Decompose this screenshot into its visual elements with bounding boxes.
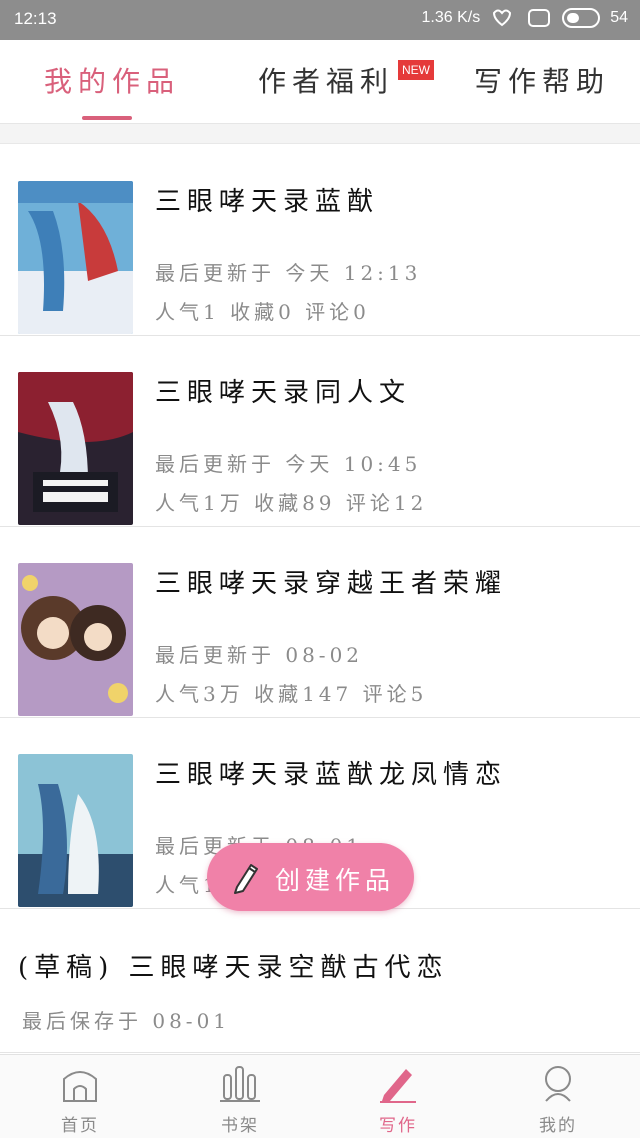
battery-icon xyxy=(562,8,601,28)
status-bar: 12:13 1.36 K/s 54 xyxy=(0,0,640,40)
book-cover-image xyxy=(18,372,133,525)
work-item[interactable]: 三眼哮天录蓝猷 最后更新于 今天 12:13 人气1 收藏0 评论0 xyxy=(0,145,640,336)
work-update-time: 最后更新于 今天 12:13 xyxy=(155,261,422,285)
draft-item[interactable]: (草稿) 三眼哮天录空猷古代恋 最后保存于 08-01 xyxy=(0,927,640,1053)
bottom-nav: 首页 书架 写作 我的 xyxy=(0,1054,640,1138)
status-indicators: 1.36 K/s 54 xyxy=(421,7,628,29)
section-divider xyxy=(0,124,640,144)
create-work-label: 创建作品 xyxy=(275,866,396,895)
profile-icon xyxy=(545,1066,571,1102)
tab-author-welfare[interactable]: 作者福利 xyxy=(258,60,394,100)
work-update-time: 最后更新于 08-02 xyxy=(155,643,364,667)
nav-home[interactable]: 首页 xyxy=(35,1063,125,1138)
bookshelf-icon xyxy=(220,1066,260,1102)
network-speed: 1.36 K/s xyxy=(421,9,481,26)
nav-home-label: 首页 xyxy=(61,1116,99,1136)
work-title: 三眼哮天录同人文 xyxy=(155,378,412,408)
tab-writing-help[interactable]: 写作帮助 xyxy=(474,60,610,100)
nav-write-label: 写作 xyxy=(379,1116,417,1136)
book-cover-image xyxy=(18,181,133,334)
work-stats: 人气1 收藏0 评论0 xyxy=(155,300,370,324)
work-item[interactable]: 三眼哮天录穿越王者荣耀 最后更新于 08-02 人气3万 收藏147 评论5 xyxy=(0,527,640,718)
pencil-icon xyxy=(234,864,258,894)
work-item[interactable]: 三眼哮天录同人文 最后更新于 今天 10:45 人气1万 收藏89 评论12 xyxy=(0,336,640,527)
battery-level: 54 xyxy=(610,9,628,26)
draft-title: (草稿) 三眼哮天录空猷古代恋 xyxy=(18,953,449,983)
tab-my-works[interactable]: 我的作品 xyxy=(44,60,180,100)
nav-me[interactable]: 我的 xyxy=(513,1063,603,1138)
screen-icon xyxy=(528,9,551,27)
draft-saved-time: 最后保存于 08-01 xyxy=(22,1009,231,1033)
book-cover-image xyxy=(18,754,133,907)
work-title: 三眼哮天录穿越王者荣耀 xyxy=(155,569,508,599)
status-time: 12:13 xyxy=(14,9,57,28)
book-cover-image xyxy=(18,563,133,716)
nav-bookshelf-label: 书架 xyxy=(221,1116,259,1136)
nav-bookshelf[interactable]: 书架 xyxy=(195,1063,285,1138)
work-title: 三眼哮天录蓝猷 xyxy=(155,187,380,217)
top-tab-bar: 我的作品 作者福利 NEW 写作帮助 xyxy=(0,40,640,124)
nav-write[interactable]: 写作 xyxy=(353,1063,443,1138)
work-stats: 人气1万 收藏89 评论12 xyxy=(155,491,428,515)
works-list: 三眼哮天录蓝猷 最后更新于 今天 12:13 人气1 收藏0 评论0 三眼哮天录… xyxy=(0,145,640,909)
active-tab-indicator xyxy=(82,116,132,120)
work-stats: 人气3万 收藏147 评论5 xyxy=(155,682,428,706)
nav-me-label: 我的 xyxy=(539,1116,577,1136)
pencil-icon xyxy=(380,1069,416,1103)
notification-icon xyxy=(493,9,512,27)
work-update-time: 最后更新于 今天 10:45 xyxy=(155,452,422,476)
new-badge: NEW xyxy=(398,60,434,80)
create-work-button[interactable]: 创建作品 xyxy=(207,843,414,911)
work-title: 三眼哮天录蓝猷龙凤情恋 xyxy=(155,760,508,790)
home-icon xyxy=(63,1071,97,1102)
